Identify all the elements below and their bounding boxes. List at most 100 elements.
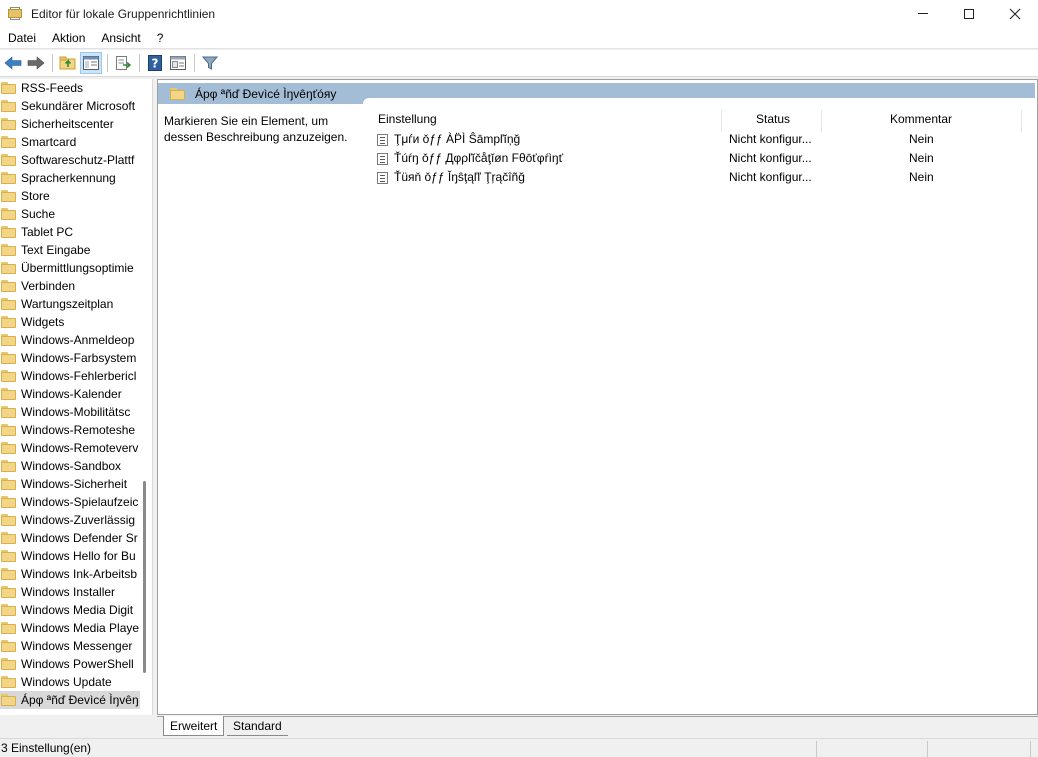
tree-item-label: Windows-Zuverlässig (21, 513, 136, 527)
status-separator (816, 741, 817, 757)
tree-item[interactable]: Windows-Zuverlässig (0, 511, 140, 529)
toolbar-separator (139, 54, 140, 72)
folder-icon (1, 226, 16, 238)
status-bar: 3 Einstellung(en) (0, 738, 1038, 757)
menu-datei[interactable]: Datei (0, 27, 44, 49)
folder-icon (1, 136, 16, 148)
setting-comment: Nein (909, 170, 934, 184)
folder-icon (1, 352, 16, 364)
tree-item[interactable]: Windows Messenger (0, 637, 140, 655)
tree-item[interactable]: Windows-Farbsystem (0, 349, 140, 367)
help-button[interactable]: ? (144, 52, 166, 74)
tree-item[interactable]: Tablet PC (0, 223, 140, 241)
tree-item[interactable]: Windows-Remoteverv (0, 439, 140, 457)
table-row[interactable]: Ťúŕŋ ǒƒƒ Дφρľĭčåţĭøn Fθōťφŕìŋť Nicht konf… (374, 149, 1034, 168)
tree-item[interactable]: Windows-Fehlerbericl (0, 367, 140, 385)
navigation-tree[interactable]: RSS-Feeds Sekundärer Microsoft Sicherheits… (0, 79, 153, 715)
pane-title: Ápφ ªñď Ðevìcé Ìŋvêŋťóяy (195, 86, 337, 101)
policy-setting-icon (377, 153, 388, 165)
tree-item[interactable]: Sicherheitscenter (0, 115, 140, 133)
up-button[interactable] (57, 52, 79, 74)
minimize-icon (918, 13, 928, 14)
tree-item[interactable]: Text Eingabe (0, 241, 140, 259)
tree-item[interactable]: Windows Ink-Arbeitsb (0, 565, 140, 583)
tree-item-label: Windows-Mobilitätsc (21, 405, 131, 419)
tree-item[interactable]: Windows-Sandbox (0, 457, 140, 475)
menu-aktion[interactable]: Aktion (44, 27, 93, 49)
export-list-button[interactable] (112, 52, 134, 74)
folder-icon (1, 262, 16, 274)
export-list-icon (116, 56, 131, 70)
tree-item[interactable]: Softwareschutz-Plattf (0, 151, 140, 169)
tree-item[interactable]: Verbinden (0, 277, 140, 295)
setting-status: Nicht konfigur... (729, 170, 812, 184)
tree-item[interactable]: Windows-Mobilitätsc (0, 403, 140, 421)
tree-item[interactable]: Windows-Spielaufzeic (0, 493, 140, 511)
tree-item[interactable]: Widgets (0, 313, 140, 331)
tree-item-label: Windows-Kalender (21, 387, 122, 401)
column-divider[interactable] (1021, 110, 1022, 132)
column-divider[interactable] (721, 110, 722, 132)
tab-standard[interactable]: Standard (227, 716, 288, 736)
setting-name: Ţμѓи ǒƒƒ ÀP̈Ì Ŝāmpľĭņğ (394, 132, 521, 146)
folder-icon (1, 496, 16, 508)
tree-item[interactable]: Windows PowerShell (0, 655, 140, 673)
tree-item[interactable]: Windows-Remoteshe (0, 421, 140, 439)
tree-item[interactable]: Wartungszeitplan (0, 295, 140, 313)
tree-item-label: Widgets (21, 315, 65, 329)
tree-item-label: Windows-Anmeldeop (21, 333, 135, 347)
tree-item[interactable]: Windows Media Digit (0, 601, 140, 619)
back-arrow-icon (4, 56, 22, 70)
tree-item[interactable]: Windows Installer (0, 583, 140, 601)
tree-item-label: Softwareschutz-Plattf (21, 153, 135, 167)
tree-item[interactable]: Windows-Anmeldeop (0, 331, 140, 349)
menu-ansicht[interactable]: Ansicht (93, 27, 148, 49)
tree-item-label: Übermittlungsoptimie (21, 261, 134, 275)
view-tabs: Erweitert Standard (157, 716, 1038, 736)
tree-item[interactable]: Windows Defender Sr (0, 529, 140, 547)
folder-icon (1, 478, 16, 490)
tree-scrollbar-thumb[interactable] (143, 481, 146, 673)
menu-help[interactable]: ? (149, 27, 172, 49)
maximize-icon (964, 8, 974, 19)
tree-item[interactable]: Spracherkennung (0, 169, 140, 187)
tree-item[interactable]: Smartcard (0, 133, 140, 151)
tree-item[interactable]: Suche (0, 205, 140, 223)
close-button[interactable] (992, 0, 1038, 27)
tree-item-label: Windows-Remoteshe (21, 423, 136, 437)
show-hide-tree-button[interactable] (80, 52, 102, 74)
table-row[interactable]: Ťüяň ǒƒƒ Ĭŋŝţąľľ Ţŗąčîñğ Nicht konfigur..… (374, 168, 1034, 187)
filter-button[interactable] (199, 52, 221, 74)
tree-item[interactable]: Windows-Sicherheit (0, 475, 140, 493)
status-separator (1030, 741, 1031, 757)
tree-item[interactable]: Windows Hello for Bu (0, 547, 140, 565)
maximize-button[interactable] (946, 0, 992, 27)
folder-icon (1, 82, 16, 94)
tab-erweitert[interactable]: Erweitert (163, 716, 225, 736)
svg-text:?: ? (152, 57, 159, 71)
folder-icon (1, 406, 16, 418)
tree-item[interactable]: Sekundärer Microsoft (0, 97, 140, 115)
column-divider[interactable] (821, 110, 822, 132)
tree-item[interactable]: Übermittlungsoptimie (0, 259, 140, 277)
back-button[interactable] (2, 52, 24, 74)
tree-item[interactable]: RSS-Feeds (0, 79, 140, 97)
tree-item[interactable]: Windows-Kalender (0, 385, 140, 403)
tree-item-label: Windows Ink-Arbeitsb (21, 567, 138, 581)
tree-item-label: Windows Update (21, 675, 112, 689)
properties-button[interactable] (167, 52, 189, 74)
tree-item[interactable]: Windows Media Playe (0, 619, 140, 637)
forward-button[interactable] (25, 52, 47, 74)
tree-item-label: RSS-Feeds (21, 81, 84, 95)
folder-icon (1, 334, 16, 346)
tree-item[interactable]: Store (0, 187, 140, 205)
folder-icon (1, 640, 16, 652)
column-header-comment[interactable]: Kommentar (890, 108, 952, 130)
toolbar-separator (194, 54, 195, 72)
tree-item[interactable]: Ápφ ªñď Ðevìcé Ìŋvêŋ (0, 691, 140, 709)
column-header-setting[interactable]: Einstellung (378, 108, 437, 130)
tree-item[interactable]: Windows Update (0, 673, 140, 691)
column-header-status[interactable]: Status (756, 108, 790, 130)
table-row[interactable]: Ţμѓи ǒƒƒ ÀP̈Ì Ŝāmpľĭņğ Nicht konfigur... N… (374, 130, 1034, 149)
minimize-button[interactable] (900, 0, 946, 27)
